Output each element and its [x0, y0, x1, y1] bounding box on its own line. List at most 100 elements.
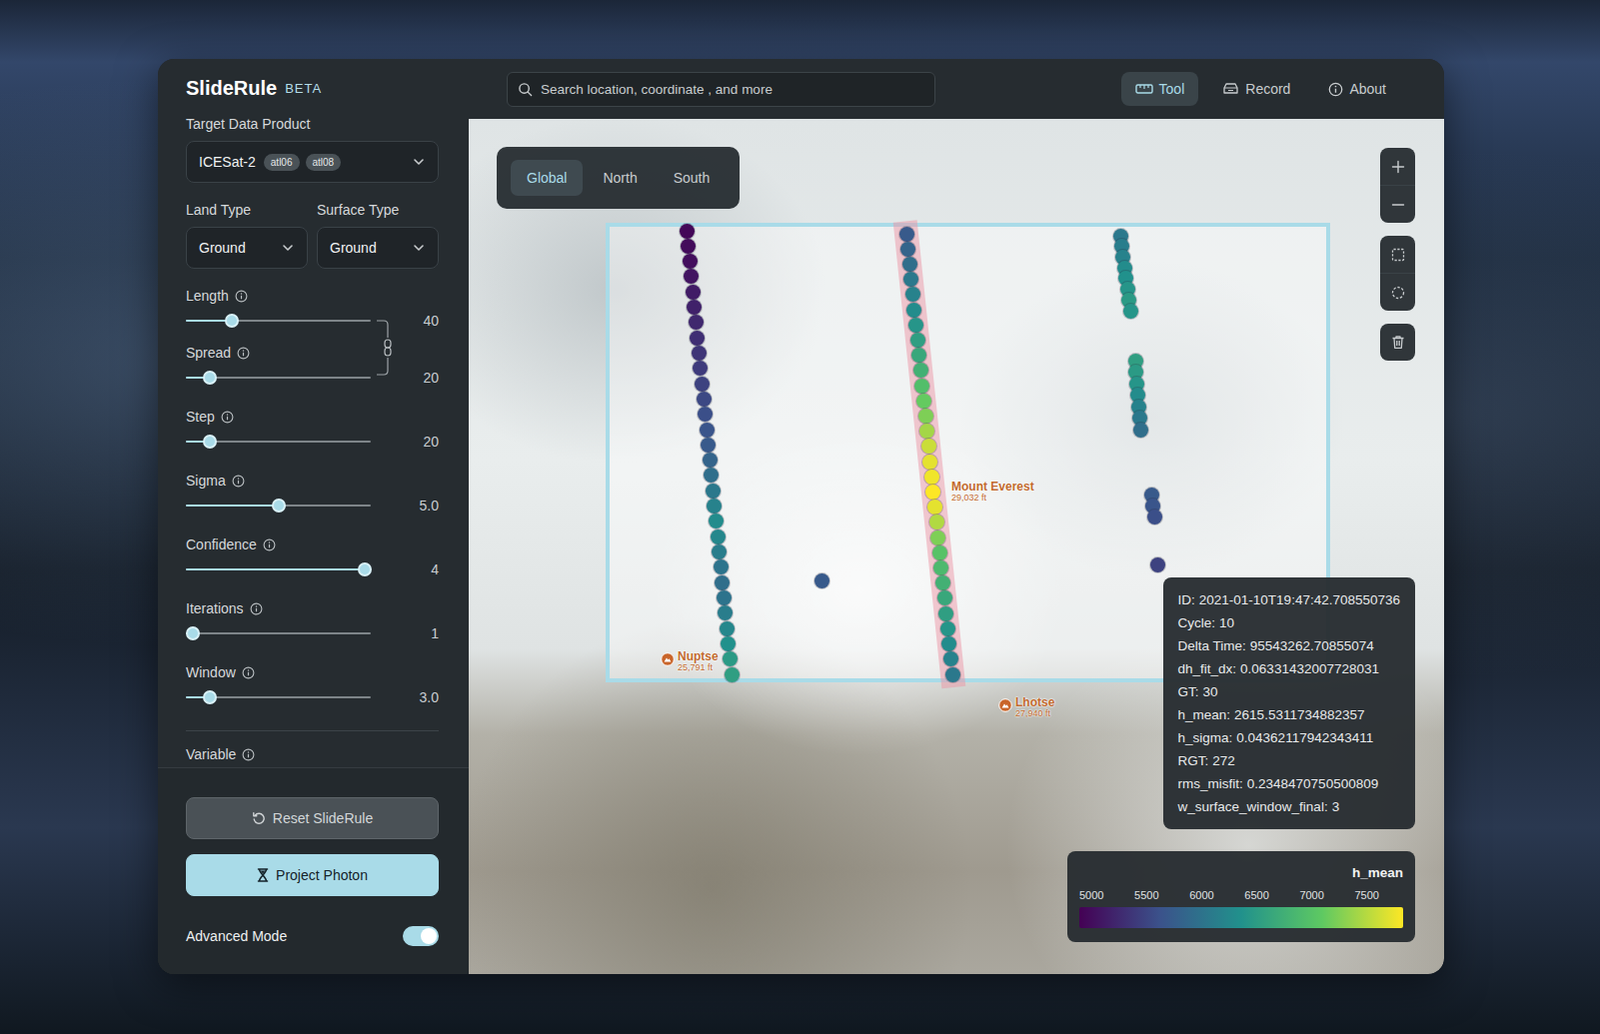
zoom-in-button[interactable]: [1380, 147, 1416, 185]
track-point[interactable]: [699, 422, 715, 438]
track-point[interactable]: [914, 378, 930, 394]
slider-track[interactable]: [185, 366, 371, 389]
peak-pin-icon: [660, 652, 675, 667]
type-select[interactable]: Ground: [316, 226, 439, 269]
tooltip-row: GT:30: [1178, 680, 1401, 704]
track-point[interactable]: [916, 393, 932, 409]
search-input[interactable]: [538, 80, 925, 98]
tooltip-row: dh_fit_dx:0.06331432007728031: [1178, 657, 1401, 681]
slider-thumb[interactable]: [357, 562, 372, 577]
track-point[interactable]: [1147, 509, 1163, 525]
track-point[interactable]: [906, 302, 922, 318]
track-point[interactable]: [679, 223, 695, 239]
slider-track[interactable]: [185, 558, 371, 581]
track-point[interactable]: [689, 330, 705, 346]
track-point[interactable]: [705, 483, 721, 499]
track-point[interactable]: [724, 667, 740, 683]
track-point[interactable]: [945, 667, 961, 683]
zoom-out-button[interactable]: [1380, 184, 1416, 223]
info-icon[interactable]: [231, 474, 245, 488]
region-button[interactable]: Global: [510, 159, 583, 196]
peak-label[interactable]: Mount Everest29,032 ft: [951, 480, 1035, 504]
delete-control: [1380, 323, 1416, 361]
info-icon[interactable]: [241, 748, 255, 762]
slider-track[interactable]: [185, 430, 371, 453]
track-point[interactable]: [1133, 422, 1149, 438]
slider-thumb[interactable]: [202, 370, 217, 385]
track-point[interactable]: [685, 284, 701, 300]
track-point[interactable]: [716, 590, 732, 606]
draw-polygon-button[interactable]: [1380, 272, 1416, 311]
slider-thumb[interactable]: [202, 434, 217, 449]
track-point[interactable]: [1150, 557, 1166, 573]
track-point[interactable]: [714, 575, 730, 591]
track-point[interactable]: [940, 621, 956, 637]
track-point[interactable]: [937, 590, 953, 606]
info-icon[interactable]: [241, 666, 255, 680]
track-point[interactable]: [694, 376, 710, 392]
info-icon[interactable]: [249, 602, 263, 616]
map[interactable]: Mount Everest29,032 ft Lhotse27,940 ft Nup…: [468, 118, 1445, 975]
track-point[interactable]: [908, 317, 924, 333]
track-point[interactable]: [713, 559, 729, 575]
track-point[interactable]: [930, 530, 946, 546]
delete-button[interactable]: [1380, 323, 1416, 361]
track-point[interactable]: [902, 256, 918, 272]
region-button[interactable]: North: [586, 159, 653, 196]
track-point[interactable]: [700, 437, 716, 453]
track-point[interactable]: [691, 345, 707, 361]
info-icon[interactable]: [234, 289, 248, 303]
slider-control: 4: [185, 558, 439, 581]
track-point[interactable]: [932, 545, 948, 561]
type-select[interactable]: Ground: [185, 226, 308, 269]
track-point[interactable]: [924, 469, 940, 485]
advanced-mode-toggle[interactable]: [402, 926, 439, 947]
link-icon[interactable]: [374, 317, 395, 378]
nav-tab[interactable]: About: [1314, 71, 1401, 106]
track-point[interactable]: [711, 544, 727, 560]
product-select[interactable]: ICESat-2atl06atl08: [185, 140, 439, 183]
slider-thumb[interactable]: [202, 690, 217, 705]
track-point[interactable]: [910, 332, 926, 348]
track-point[interactable]: [918, 408, 934, 424]
project-button[interactable]: Project Photon: [185, 854, 439, 897]
nav-label: Record: [1245, 80, 1291, 97]
track-point[interactable]: [702, 452, 718, 468]
track-point[interactable]: [899, 226, 915, 242]
info-icon[interactable]: [236, 346, 250, 360]
track-point[interactable]: [900, 241, 916, 257]
slider-track[interactable]: [185, 309, 371, 332]
region-button[interactable]: South: [657, 159, 727, 196]
track-point[interactable]: [680, 238, 696, 254]
slider-track[interactable]: [185, 494, 371, 517]
peak-label[interactable]: Nuptse25,791 ft: [660, 650, 719, 674]
track-point[interactable]: [696, 391, 712, 407]
search-box[interactable]: [506, 71, 936, 107]
info-icon[interactable]: [262, 538, 276, 552]
peak-label[interactable]: Lhotse27,940 ft: [998, 696, 1055, 720]
slider-thumb[interactable]: [271, 498, 286, 513]
info-icon[interactable]: [220, 410, 234, 424]
slider-track[interactable]: [185, 622, 371, 645]
slider-thumb[interactable]: [224, 313, 239, 328]
reset-button[interactable]: Reset SlideRule: [185, 797, 439, 840]
slider-track[interactable]: [185, 686, 371, 709]
track-point[interactable]: [814, 573, 830, 589]
track-point[interactable]: [1123, 303, 1139, 319]
tooltip-value: 0.2348470750500809: [1247, 776, 1379, 792]
track-point[interactable]: [929, 514, 945, 530]
slider-thumb[interactable]: [185, 626, 200, 641]
track-point[interactable]: [922, 454, 938, 470]
tooltip-row: h_sigma:0.04362117942343411: [1178, 726, 1401, 750]
slider-label: Sigma: [185, 471, 439, 490]
legend-tick: 7000: [1299, 888, 1324, 903]
nav-tab[interactable]: Tool: [1121, 71, 1200, 106]
track-point[interactable]: [938, 606, 954, 622]
track-point[interactable]: [719, 621, 735, 637]
draw-rectangle-button[interactable]: [1380, 235, 1416, 273]
track-point[interactable]: [710, 529, 726, 545]
tooltip-value: 95543262.70855074: [1250, 638, 1375, 654]
advanced-mode-row: Advanced Mode: [185, 924, 439, 949]
nav-tab[interactable]: Record: [1208, 71, 1305, 106]
track-point[interactable]: [682, 253, 698, 269]
